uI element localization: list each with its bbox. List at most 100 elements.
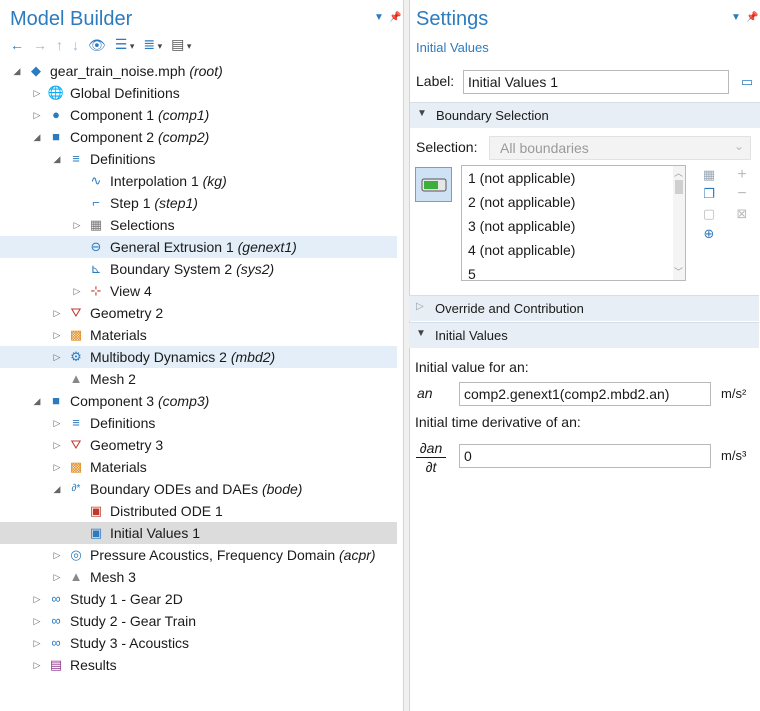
- expand-arrow-icon[interactable]: ▷: [52, 434, 62, 456]
- scroll-up-icon[interactable]: ︿: [674, 166, 683, 179]
- fraction-denominator: ∂t: [425, 459, 437, 475]
- expand-arrow-icon[interactable]: ▷: [32, 654, 42, 676]
- collapse-icon[interactable]: ☰: [115, 36, 135, 54]
- chevron-down-icon: ⌄: [733, 139, 744, 153]
- expand-arrow-icon[interactable]: ▷: [52, 456, 62, 478]
- down-arrow-icon[interactable]: ↓: [72, 37, 79, 53]
- copy-icon[interactable]: ❐: [701, 186, 717, 202]
- selection-dropdown[interactable]: All boundaries ⌄: [489, 136, 751, 160]
- tree-item-component-1[interactable]: ▷ ● Component 1 (comp1): [0, 104, 397, 126]
- tree-item-definitions[interactable]: ◢ ≡ Definitions: [0, 148, 397, 170]
- tree-item-selections[interactable]: ▷ ▦ Selections: [0, 214, 397, 236]
- list-item[interactable]: 4 (not applicable): [462, 238, 685, 262]
- tree-item-mesh-2[interactable]: ▲ Mesh 2: [0, 368, 397, 390]
- list-item[interactable]: 3 (not applicable): [462, 214, 685, 238]
- tree-item-component-3[interactable]: ◢ ■ Component 3 (comp3): [0, 390, 397, 412]
- boundary-selection-header[interactable]: ▼ Boundary Selection: [410, 102, 760, 128]
- tree-item-study-1[interactable]: ▷ ∞ Study 1 - Gear 2D: [0, 588, 397, 610]
- model-builder-panel: Model Builder ▼ 📌 ← → ↑ ↓ 👁 ☰ ≣ ▤ ◢ ◆ ge…: [0, 0, 404, 711]
- collapse-arrow-icon[interactable]: ◢: [32, 390, 42, 412]
- pin-icon[interactable]: 📌: [389, 12, 401, 23]
- tree-item-distributed-ode-1[interactable]: ▣ Distributed ODE 1: [0, 500, 397, 522]
- selection-caption: Selection:: [416, 139, 478, 155]
- settings-subtitle: Initial Values: [416, 40, 489, 55]
- up-arrow-icon[interactable]: ↑: [56, 37, 63, 53]
- multibody-icon: ⚙: [70, 349, 82, 364]
- rename-icon[interactable]: ▭: [739, 74, 755, 90]
- initial-value-field[interactable]: comp2.genext1(comp2.mbd2.an): [459, 382, 711, 406]
- tree-item-materials[interactable]: ▷ ▩ Materials: [0, 324, 397, 346]
- initial-values-icon: ▣: [89, 525, 103, 540]
- remove-icon[interactable]: −: [734, 186, 750, 202]
- study-icon: ∞: [51, 591, 61, 606]
- expand-arrow-icon[interactable]: ▷: [32, 104, 42, 126]
- back-arrow-icon[interactable]: ←: [10, 37, 24, 53]
- tree-item-pressure-acoustics[interactable]: ▷ ◎ Pressure Acoustics, Frequency Domain…: [0, 544, 397, 566]
- expand-arrow-icon[interactable]: ▷: [52, 412, 62, 434]
- expand-arrow-icon[interactable]: ▷: [32, 632, 42, 654]
- coordinate-system-icon: ⊾: [90, 261, 102, 276]
- tree-item-definitions-3[interactable]: ▷ ≡ Definitions: [0, 412, 397, 434]
- scroll-down-icon[interactable]: ﹀: [674, 265, 683, 278]
- tree-item-multibody-dynamics-2[interactable]: ▷ ⚙ Multibody Dynamics 2 (mbd2): [0, 346, 397, 368]
- expand-arrow-icon[interactable]: ▷: [52, 566, 62, 588]
- expand-arrow-icon[interactable]: ▷: [32, 588, 42, 610]
- tree-item-results[interactable]: ▷ ▤ Results: [0, 654, 397, 676]
- tree-item-view-4[interactable]: ▷ ⊹ View 4: [0, 280, 397, 302]
- boundary-list[interactable]: 1 (not applicable) 2 (not applicable) 3 …: [461, 165, 686, 281]
- tree-item-study-3[interactable]: ▷ ∞ Study 3 - Acoustics: [0, 632, 397, 654]
- panel-menu-icon[interactable]: ▼: [731, 12, 741, 23]
- tree-item-geometry-2[interactable]: ▷ ⛛ Geometry 2: [0, 302, 397, 324]
- collapse-arrow-icon[interactable]: ◢: [12, 60, 22, 82]
- list-item[interactable]: 5: [462, 262, 685, 280]
- expand-arrow-icon[interactable]: ▷: [72, 214, 82, 236]
- select-none-icon[interactable]: ⊠: [734, 206, 750, 222]
- collapse-arrow-icon: ▼: [416, 328, 426, 339]
- tree-item-general-extrusion-1[interactable]: ⊖ General Extrusion 1 (genext1): [0, 236, 397, 258]
- list-item[interactable]: 2 (not applicable): [462, 190, 685, 214]
- override-contribution-header[interactable]: ▷ Override and Contribution: [409, 295, 759, 321]
- collapse-arrow-icon[interactable]: ◢: [52, 148, 62, 170]
- tree-item-initial-values-1[interactable]: ▣ Initial Values 1: [0, 522, 397, 544]
- label-caption: Label:: [416, 73, 455, 89]
- expand-arrow-icon[interactable]: ▷: [52, 544, 62, 566]
- tree-item-materials-3[interactable]: ▷ ▩ Materials: [0, 456, 397, 478]
- paste-selection-icon[interactable]: ▦: [701, 167, 717, 183]
- expand-arrow-icon[interactable]: ▷: [72, 280, 82, 302]
- clear-icon[interactable]: ▢: [701, 206, 717, 222]
- expand-arrow-icon[interactable]: ▷: [52, 324, 62, 346]
- tree-item-root[interactable]: ◢ ◆ gear_train_noise.mph (root): [0, 60, 397, 82]
- list-item[interactable]: 1 (not applicable): [462, 166, 685, 190]
- panel-menu-icon[interactable]: ▼: [374, 12, 384, 23]
- study-icon: ∞: [51, 613, 61, 628]
- initial-values-header[interactable]: ▼ Initial Values: [409, 322, 759, 348]
- expand-icon[interactable]: ≣: [143, 36, 162, 54]
- tree-item-step-1[interactable]: ⌐ Step 1 (step1): [0, 192, 397, 214]
- label-field[interactable]: Initial Values 1: [463, 70, 729, 94]
- expand-arrow-icon[interactable]: ▷: [32, 610, 42, 632]
- initial-value-caption: Initial value for an:: [415, 359, 529, 375]
- derivative-value-field[interactable]: 0: [459, 444, 711, 468]
- tree-item-geometry-3[interactable]: ▷ ⛛ Geometry 3: [0, 434, 397, 456]
- collapse-arrow-icon[interactable]: ◢: [32, 126, 42, 148]
- tree-item-global-definitions[interactable]: ▷ 🌐 Global Definitions: [0, 82, 397, 104]
- add-icon[interactable]: +: [734, 167, 750, 183]
- tree-item-study-2[interactable]: ▷ ∞ Study 2 - Gear Train: [0, 610, 397, 632]
- expand-arrow-icon[interactable]: ▷: [52, 302, 62, 324]
- zoom-selection-icon[interactable]: ⊕: [701, 226, 717, 242]
- expand-arrow-icon[interactable]: ▷: [52, 346, 62, 368]
- tree-item-component-2[interactable]: ◢ ■ Component 2 (comp2): [0, 126, 397, 148]
- list-icon[interactable]: ▤: [171, 36, 191, 54]
- pin-icon[interactable]: 📌: [746, 12, 758, 23]
- expand-arrow-icon[interactable]: ▷: [32, 82, 42, 104]
- forward-arrow-icon[interactable]: →: [33, 37, 47, 53]
- tree-item-boundary-system-2[interactable]: ⊾ Boundary System 2 (sys2): [0, 258, 397, 280]
- show-icon[interactable]: 👁: [88, 37, 106, 53]
- tree-item-mesh-3[interactable]: ▷ ▲ Mesh 3: [0, 566, 397, 588]
- tree-item-boundary-odes[interactable]: ◢ ∂* Boundary ODEs and DAEs (bode): [0, 478, 397, 500]
- collapse-arrow-icon[interactable]: ◢: [52, 478, 62, 500]
- scroll-thumb[interactable]: [675, 180, 683, 194]
- tree-item-interpolation-1[interactable]: ∿ Interpolation 1 (kg): [0, 170, 397, 192]
- list-scrollbar[interactable]: ︿ ﹀: [673, 166, 685, 280]
- active-toggle-button[interactable]: [415, 167, 452, 202]
